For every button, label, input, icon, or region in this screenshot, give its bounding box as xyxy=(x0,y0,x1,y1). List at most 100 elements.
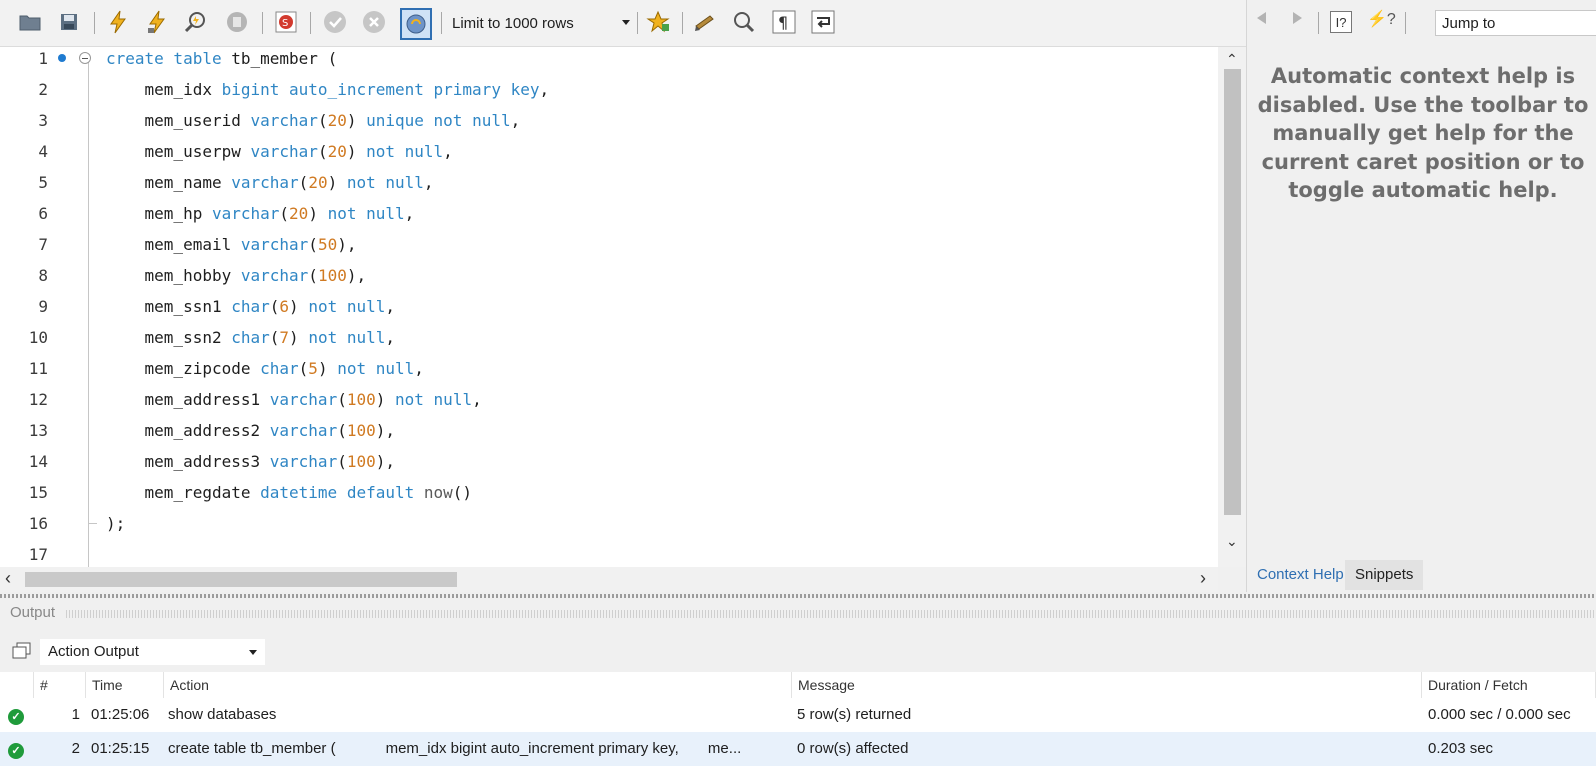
add-snippet-star-icon[interactable] xyxy=(645,9,671,35)
code-text: mem_userid varchar(20) unique not null, xyxy=(106,105,521,136)
column-header-number[interactable]: # xyxy=(34,672,86,698)
tab-context-help[interactable]: Context Help xyxy=(1247,560,1354,590)
code-token: 100 xyxy=(317,266,347,285)
save-icon[interactable] xyxy=(56,9,82,35)
code-line[interactable]: 8 mem_hobby varchar(100), xyxy=(0,260,1218,291)
word-wrap-icon[interactable] xyxy=(810,9,836,35)
sql-editor[interactable]: 1 create table tb_member (2 mem_idx bigin… xyxy=(0,47,1218,567)
code-text: mem_ssn2 char(7) not null, xyxy=(106,322,395,353)
code-token: ) xyxy=(346,142,367,161)
code-line[interactable]: 7 mem_email varchar(50), xyxy=(0,229,1218,260)
stop-icon[interactable] xyxy=(224,9,250,35)
column-header-action[interactable]: Action xyxy=(164,672,792,698)
forward-arrow-icon[interactable] xyxy=(1293,12,1302,24)
code-text: mem_address1 varchar(100) not null, xyxy=(106,384,482,415)
scrollbar-thumb[interactable] xyxy=(25,572,457,587)
code-text: mem_name varchar(20) not null, xyxy=(106,167,434,198)
back-arrow-icon[interactable] xyxy=(1257,12,1266,24)
code-token: 7 xyxy=(279,328,290,347)
scroll-right-icon[interactable]: › xyxy=(1200,568,1206,589)
code-line[interactable]: 13 mem_address2 varchar(100), xyxy=(0,415,1218,446)
output-header: Output xyxy=(0,600,1596,628)
limit-rows-select[interactable]: Limit to 1000 rows xyxy=(452,10,638,36)
copy-output-icon[interactable] xyxy=(12,642,32,663)
code-token: mem_email xyxy=(106,235,241,254)
line-number: 10 xyxy=(28,328,48,347)
code-token: char xyxy=(231,297,270,316)
code-line[interactable]: 16); xyxy=(0,508,1218,539)
auto-help-toggle-icon[interactable]: ⚡? xyxy=(1367,9,1396,29)
code-token: mem_zipcode xyxy=(106,359,261,378)
open-folder-icon[interactable] xyxy=(17,9,43,35)
toggle-continue-on-error-icon[interactable]: S xyxy=(273,9,299,35)
sql-editor-toolbar: S Limit to 1000 rows ¶ xyxy=(0,0,1246,47)
editor-vertical-scrollbar[interactable]: ⌃ ⌄ xyxy=(1218,47,1246,567)
code-text: mem_regdate datetime default now() xyxy=(106,477,473,508)
column-header-time[interactable]: Time xyxy=(86,672,164,698)
code-token: ) xyxy=(327,173,347,192)
find-magnifier-icon[interactable] xyxy=(731,9,757,35)
code-line[interactable]: 1 create table tb_member ( xyxy=(0,47,1218,74)
code-line[interactable]: 5 mem_name varchar(20) not null, xyxy=(0,167,1218,198)
code-token: 20 xyxy=(308,173,328,192)
line-number: 7 xyxy=(38,235,48,254)
code-line[interactable]: 17 xyxy=(0,539,1218,567)
context-help-message: Automatic context help is disabled. Use … xyxy=(1257,64,1589,202)
column-header-message[interactable]: Message xyxy=(792,672,1422,698)
code-line[interactable]: 6 mem_hp varchar(20) not null, xyxy=(0,198,1218,229)
code-line[interactable]: 4 mem_userpw varchar(20) not null, xyxy=(0,136,1218,167)
code-text: mem_idx bigint auto_increment primary ke… xyxy=(106,74,550,105)
code-token: not null xyxy=(395,390,473,409)
code-token: mem_userpw xyxy=(106,142,251,161)
scroll-up-icon[interactable]: ⌃ xyxy=(1226,51,1238,68)
panel-splitter[interactable] xyxy=(0,594,1596,598)
beautify-brush-icon[interactable] xyxy=(692,9,718,35)
fold-collapse-icon[interactable] xyxy=(79,52,91,64)
scrollbar-thumb[interactable] xyxy=(1224,69,1241,515)
output-toolbar: Action Output xyxy=(0,632,1596,668)
code-token: not null xyxy=(308,297,386,316)
commit-check-icon[interactable] xyxy=(322,9,348,35)
context-help-toolbar: I? ⚡? Jump to xyxy=(1247,0,1596,46)
code-line[interactable]: 14 mem_address3 varchar(100), xyxy=(0,446,1218,477)
scroll-left-icon[interactable]: ‹ xyxy=(5,568,11,589)
line-number: 9 xyxy=(38,297,48,316)
rollback-x-icon[interactable] xyxy=(361,9,387,35)
code-line[interactable]: 15 mem_regdate datetime default now() xyxy=(0,477,1218,508)
code-token: ( xyxy=(337,421,347,440)
editor-horizontal-scrollbar[interactable]: ‹ › xyxy=(0,567,1218,592)
code-line[interactable]: 3 mem_userid varchar(20) unique not null… xyxy=(0,105,1218,136)
code-token: not null xyxy=(308,328,386,347)
column-header-duration[interactable]: Duration / Fetch xyxy=(1422,672,1596,698)
invisible-chars-pilcrow-icon[interactable]: ¶ xyxy=(771,9,797,35)
code-token: , xyxy=(472,390,482,409)
code-text: mem_email varchar(50), xyxy=(106,229,357,260)
scroll-down-icon[interactable]: ⌄ xyxy=(1226,533,1238,550)
line-number: 11 xyxy=(28,359,48,378)
code-line[interactable]: 2 mem_idx bigint auto_increment primary … xyxy=(0,74,1218,105)
explain-magnifier-icon[interactable] xyxy=(183,9,209,35)
code-token: ( xyxy=(337,452,347,471)
table-row[interactable]: ✓ 2 01:25:15 create table tb_member ( me… xyxy=(0,732,1596,766)
code-line[interactable]: 11 mem_zipcode char(5) not null, xyxy=(0,353,1218,384)
code-text: mem_ssn1 char(6) not null, xyxy=(106,291,395,322)
jump-to-input[interactable]: Jump to xyxy=(1435,10,1596,36)
code-token: tb_member ( xyxy=(231,49,338,68)
code-line[interactable]: 12 mem_address1 varchar(100) not null, xyxy=(0,384,1218,415)
table-row[interactable]: ✓ 1 01:25:06 show databases 5 row(s) ret… xyxy=(0,698,1596,732)
execute-current-statement-icon[interactable] xyxy=(144,9,170,35)
execute-lightning-icon[interactable] xyxy=(105,9,131,35)
manual-help-icon[interactable]: I? xyxy=(1330,11,1352,33)
code-line[interactable]: 10 mem_ssn2 char(7) not null, xyxy=(0,322,1218,353)
code-token: varchar xyxy=(250,111,318,130)
code-token: , xyxy=(385,328,396,347)
code-token: varchar xyxy=(240,266,309,285)
code-token: ( xyxy=(279,204,290,223)
row-action: show databases xyxy=(168,706,277,723)
output-type-select[interactable]: Action Output xyxy=(40,639,265,665)
code-line[interactable]: 9 mem_ssn1 char(6) not null, xyxy=(0,291,1218,322)
autocommit-toggle-icon[interactable] xyxy=(400,8,432,40)
row-number: 1 xyxy=(71,706,80,723)
code-token: 5 xyxy=(308,359,318,378)
tab-snippets[interactable]: Snippets xyxy=(1345,560,1424,590)
